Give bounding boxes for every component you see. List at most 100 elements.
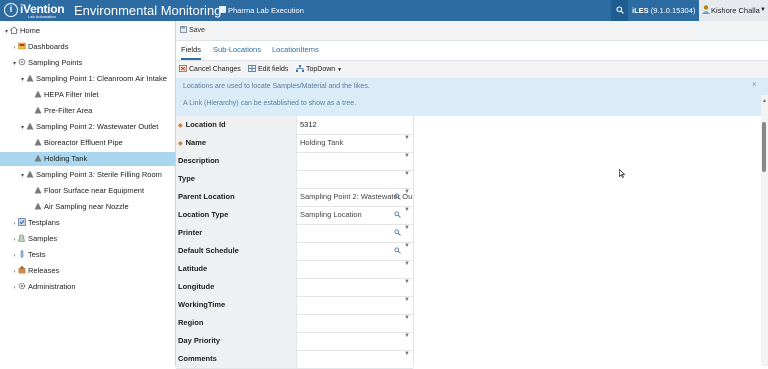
ivention-logo[interactable]: i iVention Lab Automation bbox=[4, 2, 66, 19]
tree-item-testplans[interactable]: › Testplans bbox=[0, 216, 174, 230]
tree-item-releases[interactable]: › Releases bbox=[0, 264, 174, 278]
field-label-region: Region bbox=[176, 314, 297, 332]
topdown-dropdown[interactable]: TopDown ▼ bbox=[296, 65, 342, 73]
tree-item-home[interactable]: ▾ Home bbox=[0, 24, 174, 38]
tab-location-items[interactable]: LocationItems bbox=[272, 45, 319, 54]
box-icon bbox=[18, 266, 28, 275]
save-button[interactable]: Save bbox=[180, 26, 205, 34]
field-input-comments[interactable] bbox=[299, 350, 413, 368]
lookup-search-icon[interactable] bbox=[394, 247, 401, 254]
dropdown-arrow-icon[interactable]: ▼ bbox=[404, 171, 410, 177]
field-label-text: WorkingTime bbox=[178, 300, 226, 309]
tree-item-sampling-point-3[interactable]: ▾ Sampling Point 3: Sterile Filling Room bbox=[0, 168, 174, 182]
tree-toggle-icon[interactable]: › bbox=[11, 233, 18, 247]
tree-item-bioreactor-effluent-pipe[interactable]: Bioreactor Effluent Pipe bbox=[0, 136, 174, 150]
tree-item-tests[interactable]: › Tests bbox=[0, 248, 174, 262]
global-search-button[interactable] bbox=[611, 0, 628, 21]
tree-toggle-icon[interactable]: ▾ bbox=[19, 121, 26, 135]
tree-item-label: Administration bbox=[28, 282, 76, 291]
version-number: (9.1.0.15304) bbox=[650, 6, 696, 15]
tree-item-label: Releases bbox=[28, 266, 60, 275]
field-input-description[interactable] bbox=[299, 152, 413, 170]
scrollbar-thumb[interactable] bbox=[762, 122, 766, 172]
dropdown-arrow-icon[interactable]: ▼ bbox=[404, 189, 410, 195]
tree-item-dashboards[interactable]: › Dashboards bbox=[0, 40, 174, 54]
tree-item-label: Air Sampling near Nozzle bbox=[44, 202, 129, 211]
field-label-text: Default Schedule bbox=[178, 246, 239, 255]
field-input-longitude[interactable] bbox=[299, 278, 413, 296]
dropdown-arrow-icon[interactable]: ▼ bbox=[404, 351, 410, 357]
cancel-changes-label: Cancel Changes bbox=[189, 66, 241, 73]
field-input-region[interactable] bbox=[299, 314, 413, 332]
dropdown-arrow-icon[interactable]: ▼ bbox=[404, 153, 410, 159]
cancel-changes-button[interactable]: Cancel Changes bbox=[179, 65, 241, 73]
tree-toggle-icon[interactable]: › bbox=[11, 41, 18, 55]
tab-sub-locations[interactable]: Sub-Locations bbox=[213, 45, 261, 54]
lookup-search-icon[interactable] bbox=[394, 193, 401, 200]
dropdown-arrow-icon[interactable]: ▼ bbox=[404, 243, 410, 249]
tree-item-label: HEPA Filter Inlet bbox=[44, 90, 99, 99]
tree-item-pre-filter-area[interactable]: Pre-Filter Area bbox=[0, 104, 174, 118]
dropdown-arrow-icon[interactable]: ▼ bbox=[404, 333, 410, 339]
tree-item-samples[interactable]: › Samples bbox=[0, 232, 174, 246]
tree-item-administration[interactable]: › Administration bbox=[0, 280, 174, 294]
edit-grid-icon bbox=[248, 65, 256, 72]
info-banner: Locations are used to locate Samples/Mat… bbox=[176, 78, 768, 116]
sampling-point-icon bbox=[26, 170, 36, 179]
tab-fields[interactable]: Fields bbox=[181, 45, 202, 60]
version-label: iLES bbox=[632, 6, 649, 15]
dropdown-arrow-icon[interactable]: ▼ bbox=[404, 207, 410, 213]
tree-item-label: Sampling Points bbox=[28, 58, 83, 67]
dropdown-arrow-icon[interactable]: ▼ bbox=[404, 225, 410, 231]
field-label-printer: Printer bbox=[176, 224, 297, 242]
tree-toggle-icon[interactable]: › bbox=[11, 249, 18, 263]
field-input-type[interactable] bbox=[299, 170, 413, 188]
close-icon[interactable]: × bbox=[752, 80, 757, 89]
lookup-search-icon[interactable] bbox=[394, 229, 401, 236]
lookup-search-icon[interactable] bbox=[394, 211, 401, 218]
version-info: iLES (9.1.0.15304) bbox=[632, 6, 695, 15]
tree-toggle-icon[interactable]: ▾ bbox=[11, 57, 18, 71]
field-row-longitude: Longitude ▼ bbox=[176, 278, 413, 297]
field-label-text: Parent Location bbox=[178, 192, 235, 201]
form-divider bbox=[413, 116, 414, 366]
scroll-up-icon[interactable]: ▲ bbox=[762, 98, 767, 104]
tree-toggle-icon[interactable]: › bbox=[11, 281, 18, 295]
app-title: Environmental Monitoring bbox=[74, 3, 222, 18]
tree-item-hepa-filter-inlet[interactable]: HEPA Filter Inlet bbox=[0, 88, 174, 102]
save-label: Save bbox=[189, 27, 205, 34]
tree-item-floor-surface-near-equipment[interactable]: Floor Surface near Equipment bbox=[0, 184, 174, 198]
field-input-latitude[interactable] bbox=[299, 260, 413, 278]
tree-toggle-icon[interactable]: › bbox=[11, 217, 18, 231]
gear-icon bbox=[18, 282, 28, 291]
field-input-name[interactable]: Holding Tank bbox=[299, 134, 413, 152]
site-selector[interactable]: Pharma Lab Execution bbox=[228, 6, 304, 15]
flask-icon bbox=[18, 234, 28, 243]
edit-fields-button[interactable]: Edit fields bbox=[248, 65, 288, 73]
location-form: ◆ Location Id 5312 ◆ Name Holding Tank ▼ Descri… bbox=[176, 116, 413, 369]
field-input-working-time[interactable] bbox=[299, 296, 413, 314]
main-content: Save Fields Sub-Locations LocationItems … bbox=[176, 21, 768, 369]
tree-item-sampling-points[interactable]: ▾ Sampling Points bbox=[0, 56, 174, 70]
field-label-text: Type bbox=[178, 174, 195, 183]
field-row-location-type: Location Type Sampling Location ▼ bbox=[176, 206, 413, 225]
tree-item-sampling-point-2[interactable]: ▾ Sampling Point 2: Wastewater Outlet bbox=[0, 120, 174, 134]
tree-item-air-sampling-near-nozzle[interactable]: Air Sampling near Nozzle bbox=[0, 200, 174, 214]
dropdown-arrow-icon[interactable]: ▼ bbox=[404, 261, 410, 267]
dropdown-arrow-icon[interactable]: ▼ bbox=[404, 297, 410, 303]
tree-item-sampling-point-1[interactable]: ▾ Sampling Point 1: Cleanroom Air Intake bbox=[0, 72, 174, 86]
user-avatar-icon bbox=[702, 5, 710, 14]
field-input-location-id[interactable]: 5312 bbox=[299, 116, 413, 134]
dropdown-arrow-icon[interactable]: ▼ bbox=[404, 315, 410, 321]
tree-toggle-icon[interactable]: ▾ bbox=[3, 25, 10, 39]
tree-toggle-icon[interactable]: ▾ bbox=[19, 73, 26, 87]
dropdown-arrow-icon[interactable]: ▼ bbox=[404, 279, 410, 285]
vertical-scrollbar[interactable]: ▲ bbox=[761, 95, 768, 366]
tree-item-holding-tank[interactable]: Holding Tank bbox=[0, 152, 175, 166]
field-input-day-priority[interactable] bbox=[299, 332, 413, 350]
dropdown-arrow-icon[interactable]: ▼ bbox=[404, 135, 410, 141]
field-row-parent-location: Parent Location Sampling Point 2: Wastewa… bbox=[176, 188, 413, 207]
tree-toggle-icon[interactable]: › bbox=[11, 265, 18, 279]
user-menu[interactable]: Kishore Challa ▼ bbox=[699, 0, 768, 21]
tree-toggle-icon[interactable]: ▾ bbox=[19, 169, 26, 183]
